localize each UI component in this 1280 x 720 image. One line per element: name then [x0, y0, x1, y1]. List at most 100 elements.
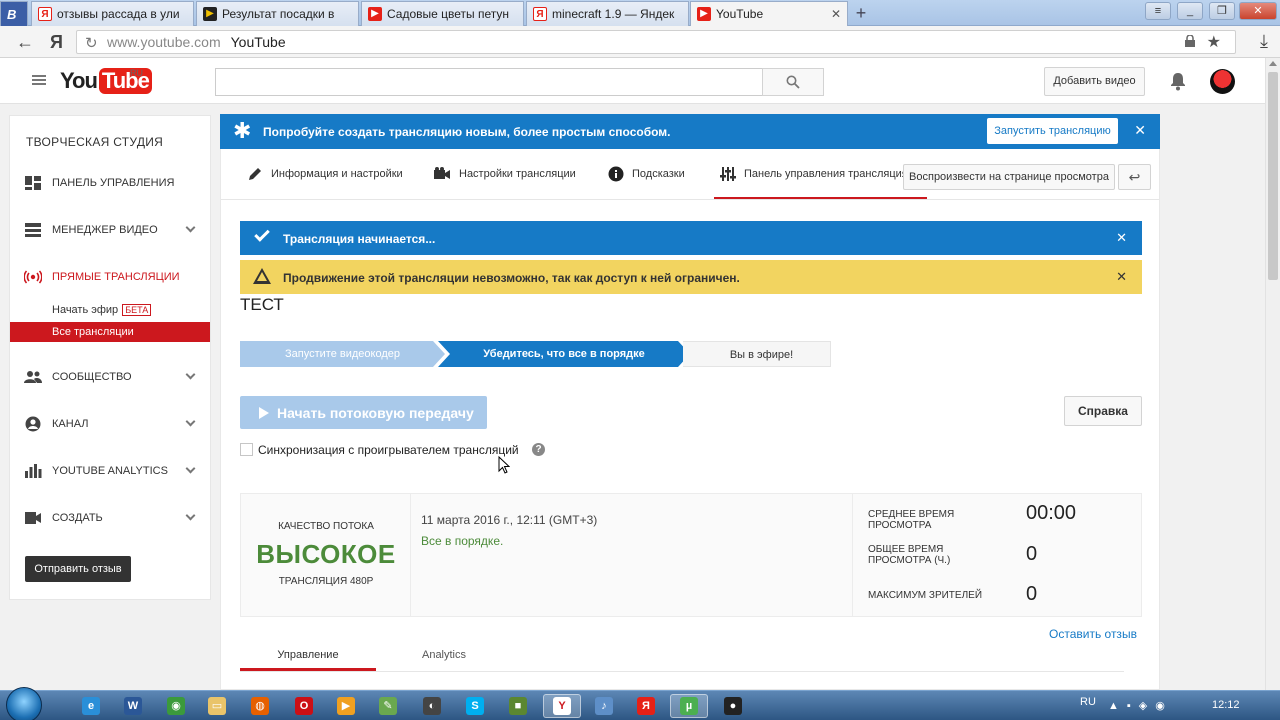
obs-icon[interactable]: ◐: [413, 694, 451, 718]
close-alert-icon[interactable]: ✕: [1116, 269, 1127, 285]
metric-value: 0: [1026, 583, 1038, 605]
yandex-favicon-icon: Я: [38, 7, 52, 21]
audio-icon[interactable]: ♪: [585, 694, 623, 718]
sidebar-item-create[interactable]: СОЗДАТЬ: [10, 505, 210, 531]
metric-label: ОБЩЕЕ ВРЕМЯ ПРОСМОТРА (Ч.): [868, 544, 951, 566]
sidebar-item-channel[interactable]: КАНАЛ: [10, 411, 210, 437]
language-indicator[interactable]: RU: [1080, 696, 1096, 708]
word-glyph: W: [124, 697, 142, 715]
word-icon[interactable]: W: [114, 694, 152, 718]
quality-value: ВЫСОКОЕ: [256, 539, 396, 569]
close-alert-icon[interactable]: ✕: [1116, 230, 1127, 246]
start-broadcast-button[interactable]: Запустить трансляцию: [987, 118, 1118, 144]
return-arrow-icon: ↩: [1128, 169, 1141, 185]
hamburger-menu-icon[interactable]: [32, 75, 46, 85]
start-streaming-button[interactable]: Начать потоковую передачу: [240, 396, 487, 429]
warning-icon: [253, 268, 271, 284]
sidebar-item-analytics[interactable]: YOUTUBE ANALYTICS: [10, 458, 210, 484]
sync-player-checkbox[interactable]: [240, 443, 253, 456]
minimize-icon[interactable]: _: [1177, 2, 1203, 20]
browser-tab[interactable]: ▶ Результат посадки в: [196, 1, 359, 26]
reload-icon[interactable]: ↻: [85, 34, 98, 52]
chevron-down-icon: [185, 463, 196, 474]
close-banner-icon[interactable]: ✕: [1134, 122, 1146, 139]
recorder-icon[interactable]: ●: [714, 694, 752, 718]
restore-icon[interactable]: ❐: [1209, 2, 1235, 20]
notepad-icon[interactable]: ✎: [369, 694, 407, 718]
url-field[interactable]: ↻ www.youtube.com YouTube ★: [76, 30, 1236, 54]
play-on-watch-page-button[interactable]: Воспроизвести на странице просмотра: [903, 164, 1115, 190]
tab-analytics[interactable]: Analytics: [376, 649, 512, 671]
notifications-bell-icon[interactable]: [1169, 71, 1187, 91]
sidebar-item-live-streams[interactable]: ПРЯМЫЕ ТРАНСЛЯЦИИ: [10, 264, 210, 290]
youtube-logo[interactable]: You Tube RU: [60, 68, 152, 94]
firefox-icon[interactable]: ◍: [241, 694, 279, 718]
channel-icon: [25, 416, 41, 432]
back-icon[interactable]: ←: [16, 32, 34, 52]
sidebar-item-video-manager[interactable]: МЕНЕДЖЕР ВИДЕО: [10, 217, 210, 243]
send-feedback-button[interactable]: Отправить отзыв: [25, 556, 131, 582]
media-player-icon[interactable]: ▶: [327, 694, 365, 718]
yandex-browser-glyph: Y: [553, 697, 571, 715]
close-window-icon[interactable]: ✕: [1239, 2, 1277, 20]
tab-info-settings[interactable]: Информация и настройки: [247, 149, 403, 199]
youtube-masthead: You Tube RU Добавить видео: [0, 58, 1265, 104]
metric-value: 00:00: [1026, 502, 1077, 524]
user-avatar[interactable]: [1210, 69, 1235, 94]
back-arrow-button[interactable]: ↩: [1118, 164, 1151, 190]
browser-tab-bar: B Яотзывы рассада в ули ▶ Результат посад…: [0, 0, 1280, 26]
dashboard-icon: [25, 176, 41, 190]
upload-video-button[interactable]: Добавить видео: [1044, 67, 1145, 96]
browser-tab[interactable]: Яminecraft 1.9 — Яндек: [526, 1, 689, 26]
quality-label: КАЧЕСТВО ПОТОКА: [278, 521, 374, 532]
ie-icon[interactable]: e: [72, 694, 110, 718]
tab-stream-settings[interactable]: Настройки трансляции: [433, 149, 576, 199]
bookmark-star-icon[interactable]: ★: [1207, 32, 1221, 52]
download-icon[interactable]: ⤓: [1260, 31, 1268, 52]
recorder-glyph: ●: [724, 697, 742, 715]
checkmark-icon: [254, 226, 270, 242]
audio-glyph: ♪: [595, 697, 613, 715]
skype-icon[interactable]: S: [456, 694, 494, 718]
chrome-icon[interactable]: ◉: [157, 694, 195, 718]
taskbar-clock[interactable]: 12:12: [1212, 699, 1240, 711]
browser-tab[interactable]: ▶ Садовые цветы петун: [361, 1, 524, 26]
tab-control-room[interactable]: Панель управления трансляциями: [713, 149, 928, 200]
search-button[interactable]: [762, 68, 824, 96]
sliders-icon: [720, 167, 736, 181]
utorrent-icon[interactable]: µ: [670, 694, 708, 718]
scroll-up-arrow-icon[interactable]: [1269, 61, 1277, 66]
close-tab-icon[interactable]: ✕: [831, 7, 841, 21]
vk-tab-icon[interactable]: B: [0, 1, 28, 26]
chevron-down-icon: [185, 369, 196, 380]
browser-tab[interactable]: Яотзывы рассада в ули: [31, 1, 194, 26]
sidebar-item-dashboard[interactable]: ПАНЕЛЬ УПРАВЛЕНИЯ: [10, 170, 210, 196]
tab-tips[interactable]: Подсказки: [608, 149, 685, 199]
page-scrollbar[interactable]: [1265, 58, 1280, 690]
scroll-thumb[interactable]: [1268, 72, 1278, 280]
menu-icon[interactable]: ≡: [1145, 2, 1171, 20]
alert-stream-starting: Трансляция начинается... ✕: [240, 221, 1142, 255]
tray-icons[interactable]: ▲▪◈◉: [1108, 699, 1173, 712]
sidebar-subitem-all-streams[interactable]: Все трансляции: [10, 322, 210, 342]
minecraft-icon[interactable]: ■: [499, 694, 537, 718]
minecraft-glyph: ■: [509, 697, 527, 715]
browser-tab-active[interactable]: ▶ YouTube ✕: [690, 1, 848, 26]
leave-feedback-link[interactable]: Оставить отзыв: [1049, 627, 1137, 641]
tab-manage[interactable]: Управление: [240, 649, 376, 671]
yandex-icon[interactable]: Я: [627, 694, 665, 718]
opera-icon[interactable]: O: [285, 694, 323, 718]
help-button[interactable]: Справка: [1064, 396, 1142, 426]
promo-banner: ✱ Попробуйте создать трансляцию новым, б…: [220, 114, 1160, 149]
explorer-icon[interactable]: ▭: [198, 694, 236, 718]
new-tab-button[interactable]: +: [851, 3, 871, 23]
search-input[interactable]: [215, 68, 763, 96]
windows-start-button[interactable]: [6, 687, 42, 720]
yandex-button[interactable]: Я: [50, 32, 63, 52]
sidebar-subitem-go-live[interactable]: Начать эфир БЕТА: [10, 300, 210, 320]
studio-sidebar: ТВОРЧЕСКАЯ СТУДИЯ ПАНЕЛЬ УПРАВЛЕНИЯ МЕНЕ…: [9, 115, 211, 600]
yandex-browser-icon[interactable]: Y: [543, 694, 581, 718]
help-question-icon[interactable]: ?: [532, 443, 545, 456]
analytics-icon: [25, 464, 42, 478]
sidebar-item-community[interactable]: СООБЩЕСТВО: [10, 364, 210, 390]
